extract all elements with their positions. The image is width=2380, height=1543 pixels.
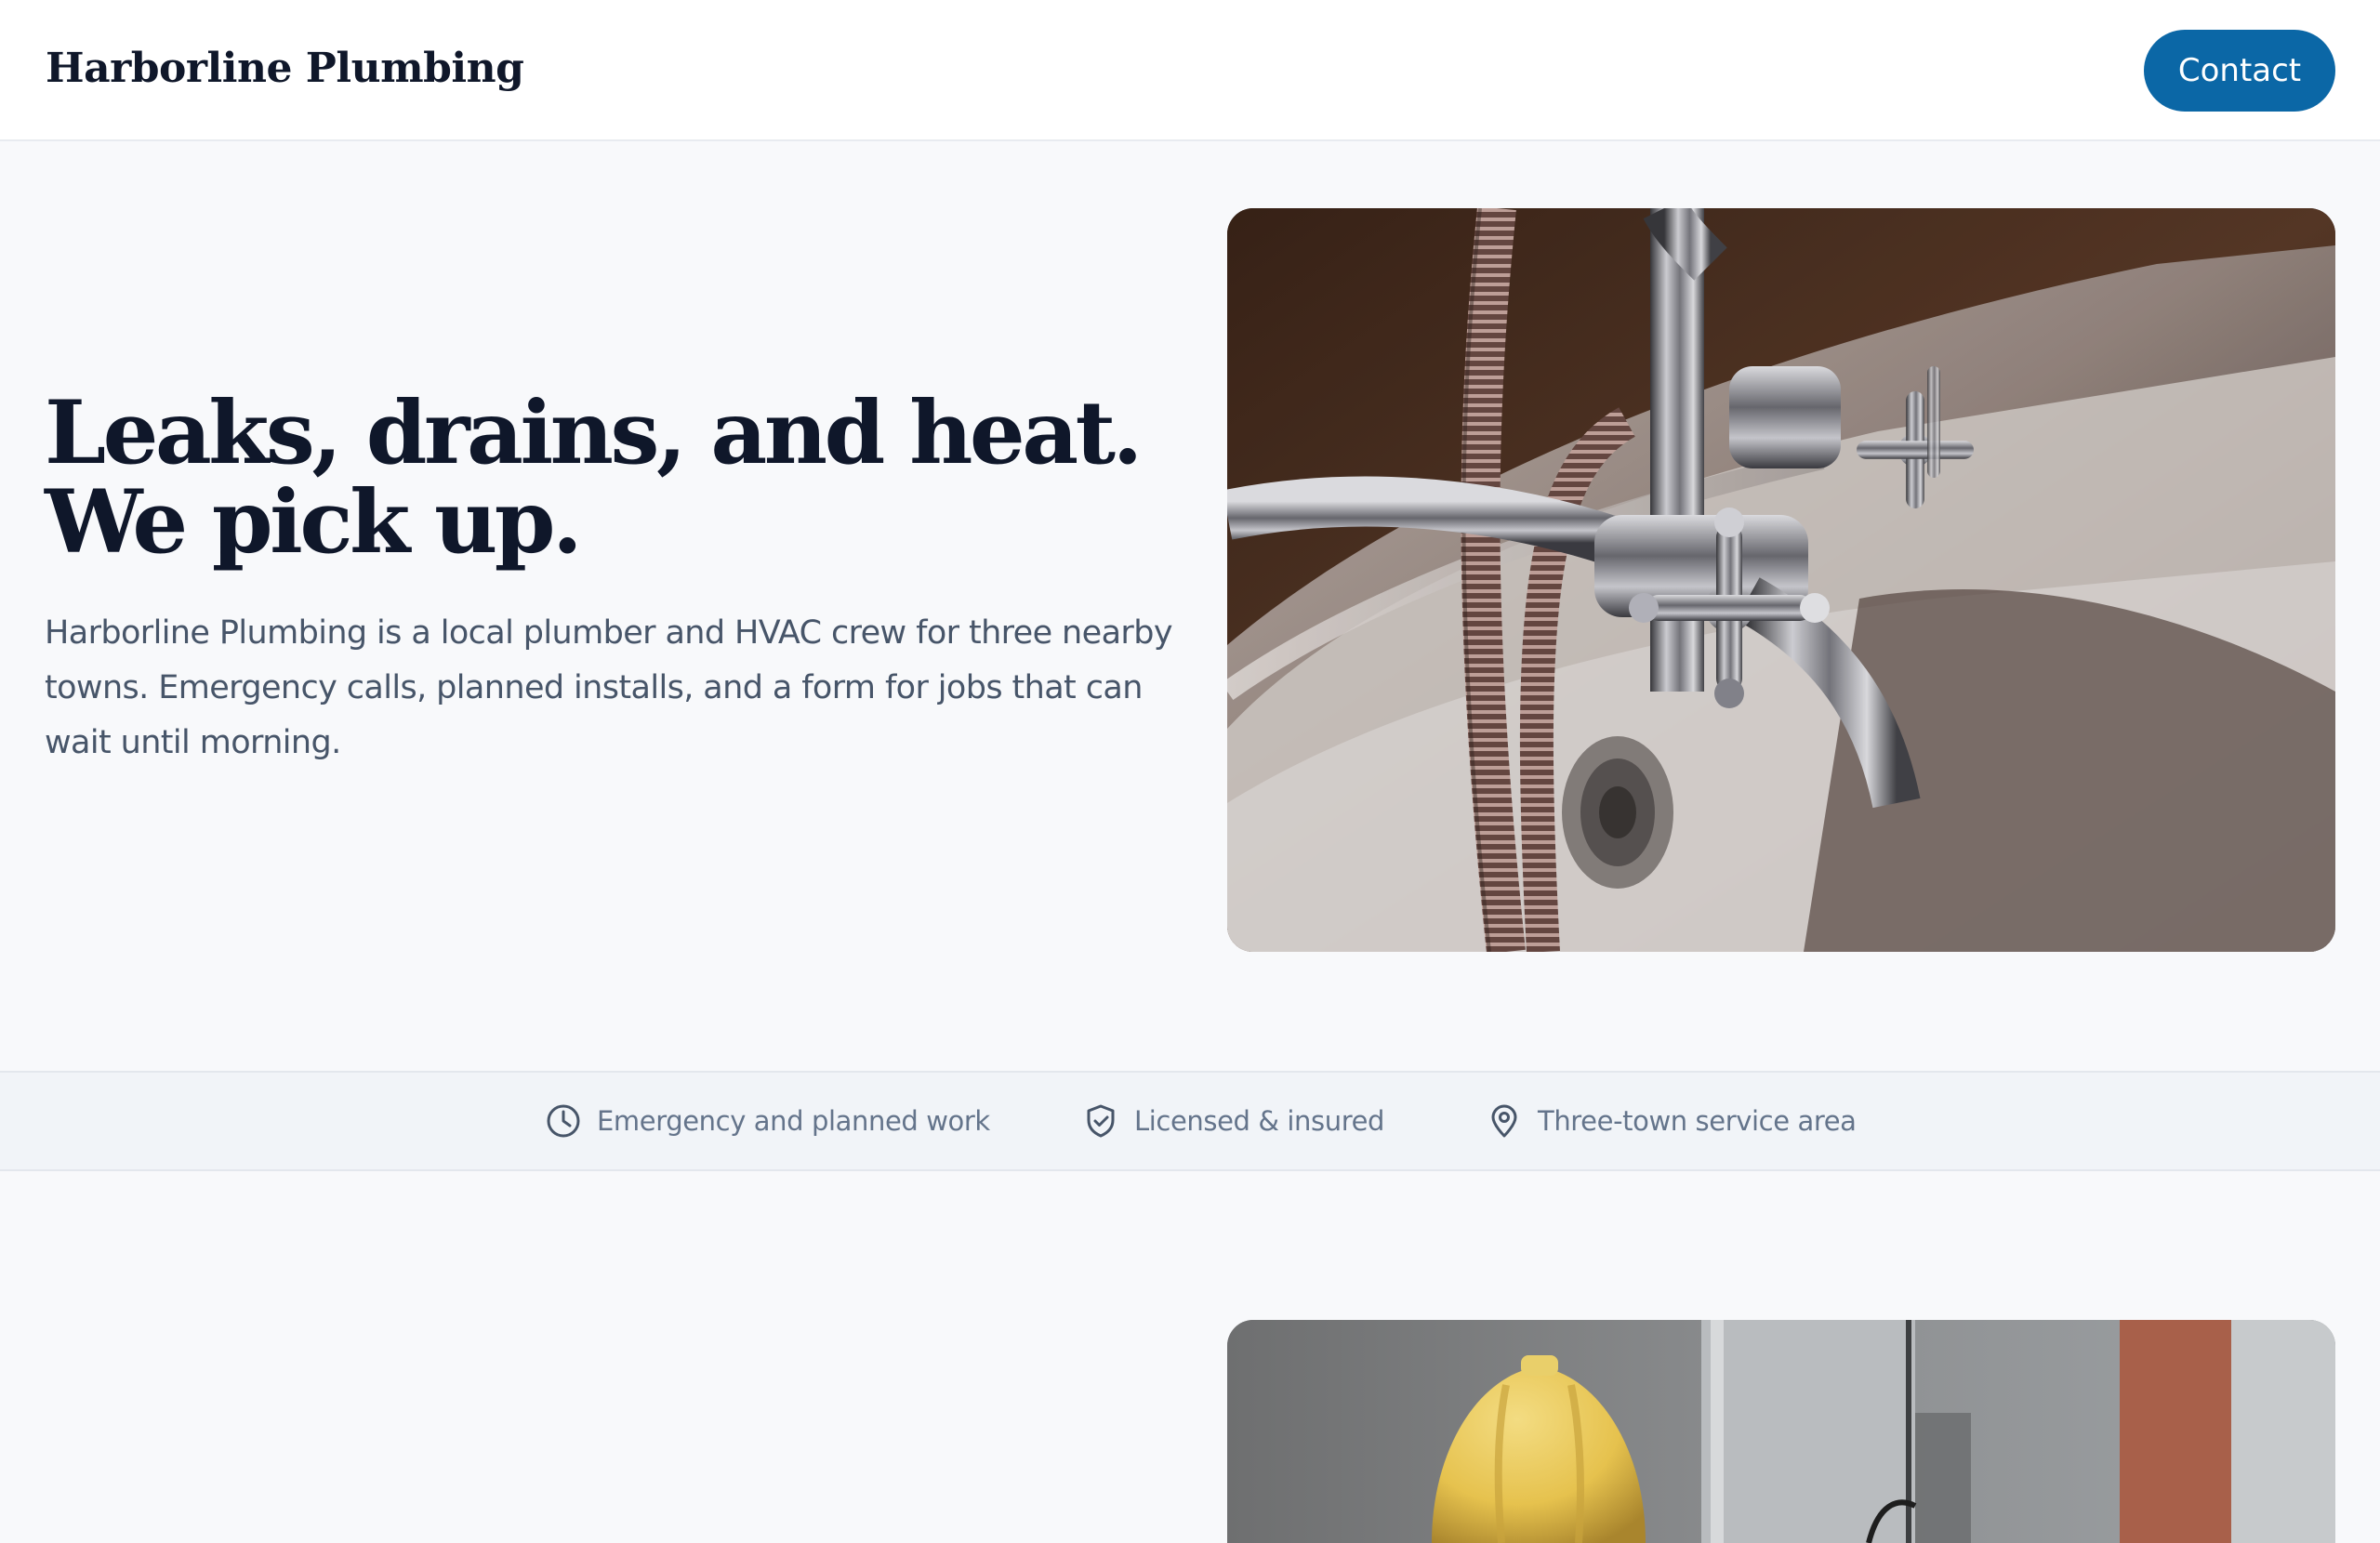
hero-description: Harborline Plumbing is a local plumber a… — [45, 614, 1173, 761]
trust-label: Three-town service area — [1538, 1105, 1857, 1137]
site-header: Harborline Plumbing Contact — [0, 0, 2380, 141]
trust-item-service-area: Three-town service area — [1486, 1073, 1857, 1169]
shield-check-icon — [1087, 1104, 1115, 1138]
trust-label: Licensed & insured — [1134, 1105, 1385, 1137]
trust-item-emergency: Emergency and planned work — [545, 1073, 990, 1169]
clock-icon — [547, 1104, 580, 1138]
trust-strip: Emergency and planned work Licensed & in… — [0, 1071, 2380, 1171]
faucet-photo — [1227, 208, 2335, 952]
map-pin-icon — [1491, 1104, 1517, 1138]
contact-button[interactable]: Contact — [2144, 30, 2335, 112]
worker-hardhat-photo — [1227, 1320, 2335, 1543]
brand-logo[interactable]: Harborline Plumbing — [46, 39, 524, 99]
trust-item-licensed: Licensed & insured — [1082, 1073, 1384, 1169]
hero-title: Leaks, drains, and heat. We pick up. — [45, 382, 1143, 574]
trust-label: Emergency and planned work — [597, 1105, 990, 1137]
